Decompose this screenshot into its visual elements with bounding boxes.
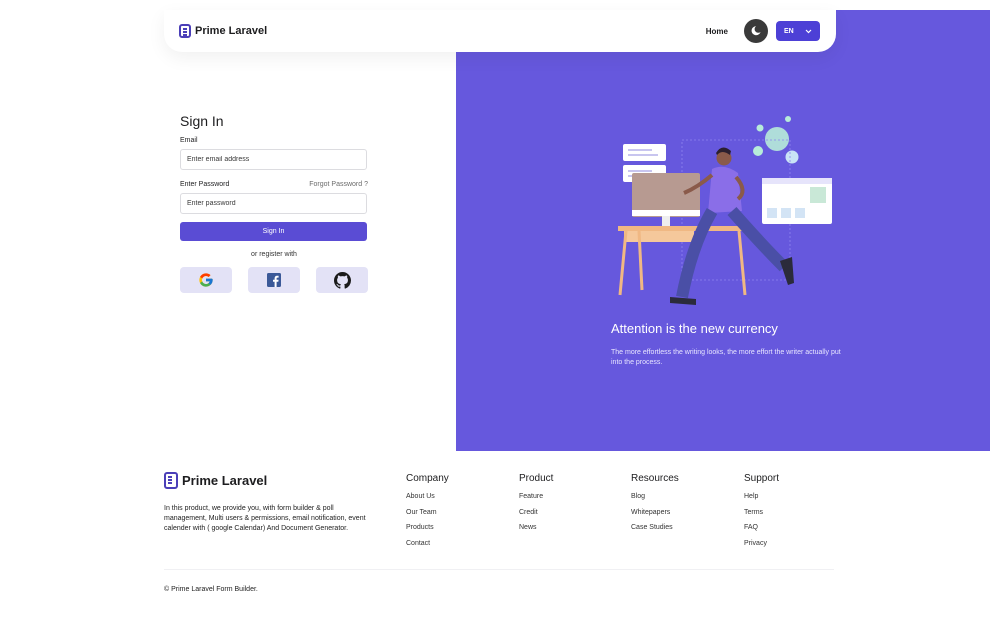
bubble bbox=[785, 150, 799, 164]
signin-button[interactable]: Sign In bbox=[180, 222, 367, 241]
footer-link-our-team[interactable]: Our Team bbox=[406, 508, 449, 518]
bubble bbox=[785, 116, 791, 122]
footer-column-title: Resources bbox=[631, 473, 679, 484]
browser-block bbox=[767, 208, 777, 218]
nav-actions: Home EN bbox=[706, 19, 820, 43]
hero-title: Attention is the new currency bbox=[611, 321, 778, 336]
footer-description: In this product, we provide you, with fo… bbox=[164, 505, 366, 532]
chevron-down-icon bbox=[805, 29, 812, 33]
footer-link-help[interactable]: Help bbox=[744, 492, 779, 502]
browser-block bbox=[795, 208, 805, 218]
browser-block bbox=[781, 208, 791, 218]
moon-icon bbox=[751, 26, 761, 36]
footer-divider bbox=[164, 569, 834, 570]
footer-link-credit[interactable]: Credit bbox=[519, 508, 553, 518]
password-label: Enter Password bbox=[180, 181, 230, 188]
facebook-login-button[interactable] bbox=[248, 267, 300, 293]
monitor-stand bbox=[662, 216, 670, 226]
footer-brand-name: Prime Laravel bbox=[182, 473, 268, 488]
signin-form: Sign In Email Enter Password Forgot Pass… bbox=[180, 113, 368, 293]
bubble bbox=[753, 146, 763, 156]
person-shoe bbox=[670, 297, 696, 305]
bubble bbox=[756, 124, 764, 132]
person-shoe bbox=[780, 257, 794, 285]
signin-title: Sign In bbox=[180, 113, 224, 129]
desk-top bbox=[618, 226, 753, 231]
nav-home-link[interactable]: Home bbox=[706, 27, 728, 36]
footer-link-feature[interactable]: Feature bbox=[519, 492, 553, 502]
person-shirt bbox=[708, 166, 742, 213]
footer-column-title: Product bbox=[519, 473, 554, 484]
footer-link-about-us[interactable]: About Us bbox=[406, 492, 449, 502]
chat-line bbox=[628, 170, 652, 172]
hero-illustration bbox=[618, 116, 832, 305]
footer-column-support: Support Help Terms FAQ Privacy bbox=[744, 473, 779, 554]
google-login-button[interactable] bbox=[180, 267, 232, 293]
footer-link-products[interactable]: Products bbox=[406, 523, 449, 533]
language-select[interactable]: EN bbox=[776, 21, 820, 41]
dark-mode-toggle[interactable] bbox=[744, 19, 768, 43]
footer-column-title: Company bbox=[406, 473, 449, 484]
desk-leg bbox=[737, 230, 747, 296]
password-field[interactable] bbox=[180, 193, 367, 214]
chat-line bbox=[628, 154, 658, 156]
person-leg bbox=[676, 207, 718, 299]
chat-line bbox=[628, 149, 652, 151]
footer-column-product: Product Feature Credit News bbox=[519, 473, 553, 539]
github-login-button[interactable] bbox=[316, 267, 368, 293]
footer-column-company: Company About Us Our Team Products Conta… bbox=[406, 473, 449, 554]
footer-link-terms[interactable]: Terms bbox=[744, 508, 779, 518]
email-field[interactable] bbox=[180, 149, 367, 170]
desk-leg bbox=[618, 230, 628, 296]
footer-brand[interactable]: Prime Laravel bbox=[164, 472, 267, 489]
language-value: EN bbox=[784, 27, 794, 35]
footer-link-faq[interactable]: FAQ bbox=[744, 523, 779, 533]
footer-link-case-studies[interactable]: Case Studies bbox=[631, 523, 679, 533]
register-with-text: or register with bbox=[251, 251, 297, 258]
desk-drawer bbox=[624, 231, 694, 242]
social-login-group bbox=[180, 267, 368, 293]
footer-link-whitepapers[interactable]: Whitepapers bbox=[631, 508, 679, 518]
hero-subtitle: The more effortless the writing looks, t… bbox=[611, 349, 841, 366]
logo-icon bbox=[179, 24, 191, 38]
google-icon bbox=[199, 273, 213, 287]
password-label-row: Enter Password Forgot Password ? bbox=[180, 181, 368, 188]
footer-column-resources: Resources Blog Whitepapers Case Studies bbox=[631, 473, 679, 539]
logo-icon bbox=[164, 472, 178, 489]
chat-card bbox=[623, 144, 666, 161]
monitor-bezel bbox=[632, 210, 700, 216]
footer-link-blog[interactable]: Blog bbox=[631, 492, 679, 502]
footer-column-title: Support bbox=[744, 473, 780, 484]
brand-name: Prime Laravel bbox=[195, 25, 268, 37]
bubble bbox=[765, 127, 789, 151]
copyright-text: © Prime Laravel Form Builder. bbox=[164, 586, 258, 593]
facebook-icon bbox=[267, 273, 281, 287]
browser-block bbox=[810, 187, 826, 203]
brand-logo[interactable]: Prime Laravel bbox=[179, 24, 267, 38]
top-navbar: Prime Laravel Home EN bbox=[164, 10, 836, 52]
github-icon bbox=[333, 271, 351, 289]
email-label: Email bbox=[180, 137, 198, 144]
footer-link-news[interactable]: News bbox=[519, 523, 553, 533]
browser-titlebar bbox=[762, 178, 832, 184]
footer-link-contact[interactable]: Contact bbox=[406, 539, 449, 549]
forgot-password-link[interactable]: Forgot Password ? bbox=[309, 181, 368, 188]
footer-link-privacy[interactable]: Privacy bbox=[744, 539, 779, 549]
